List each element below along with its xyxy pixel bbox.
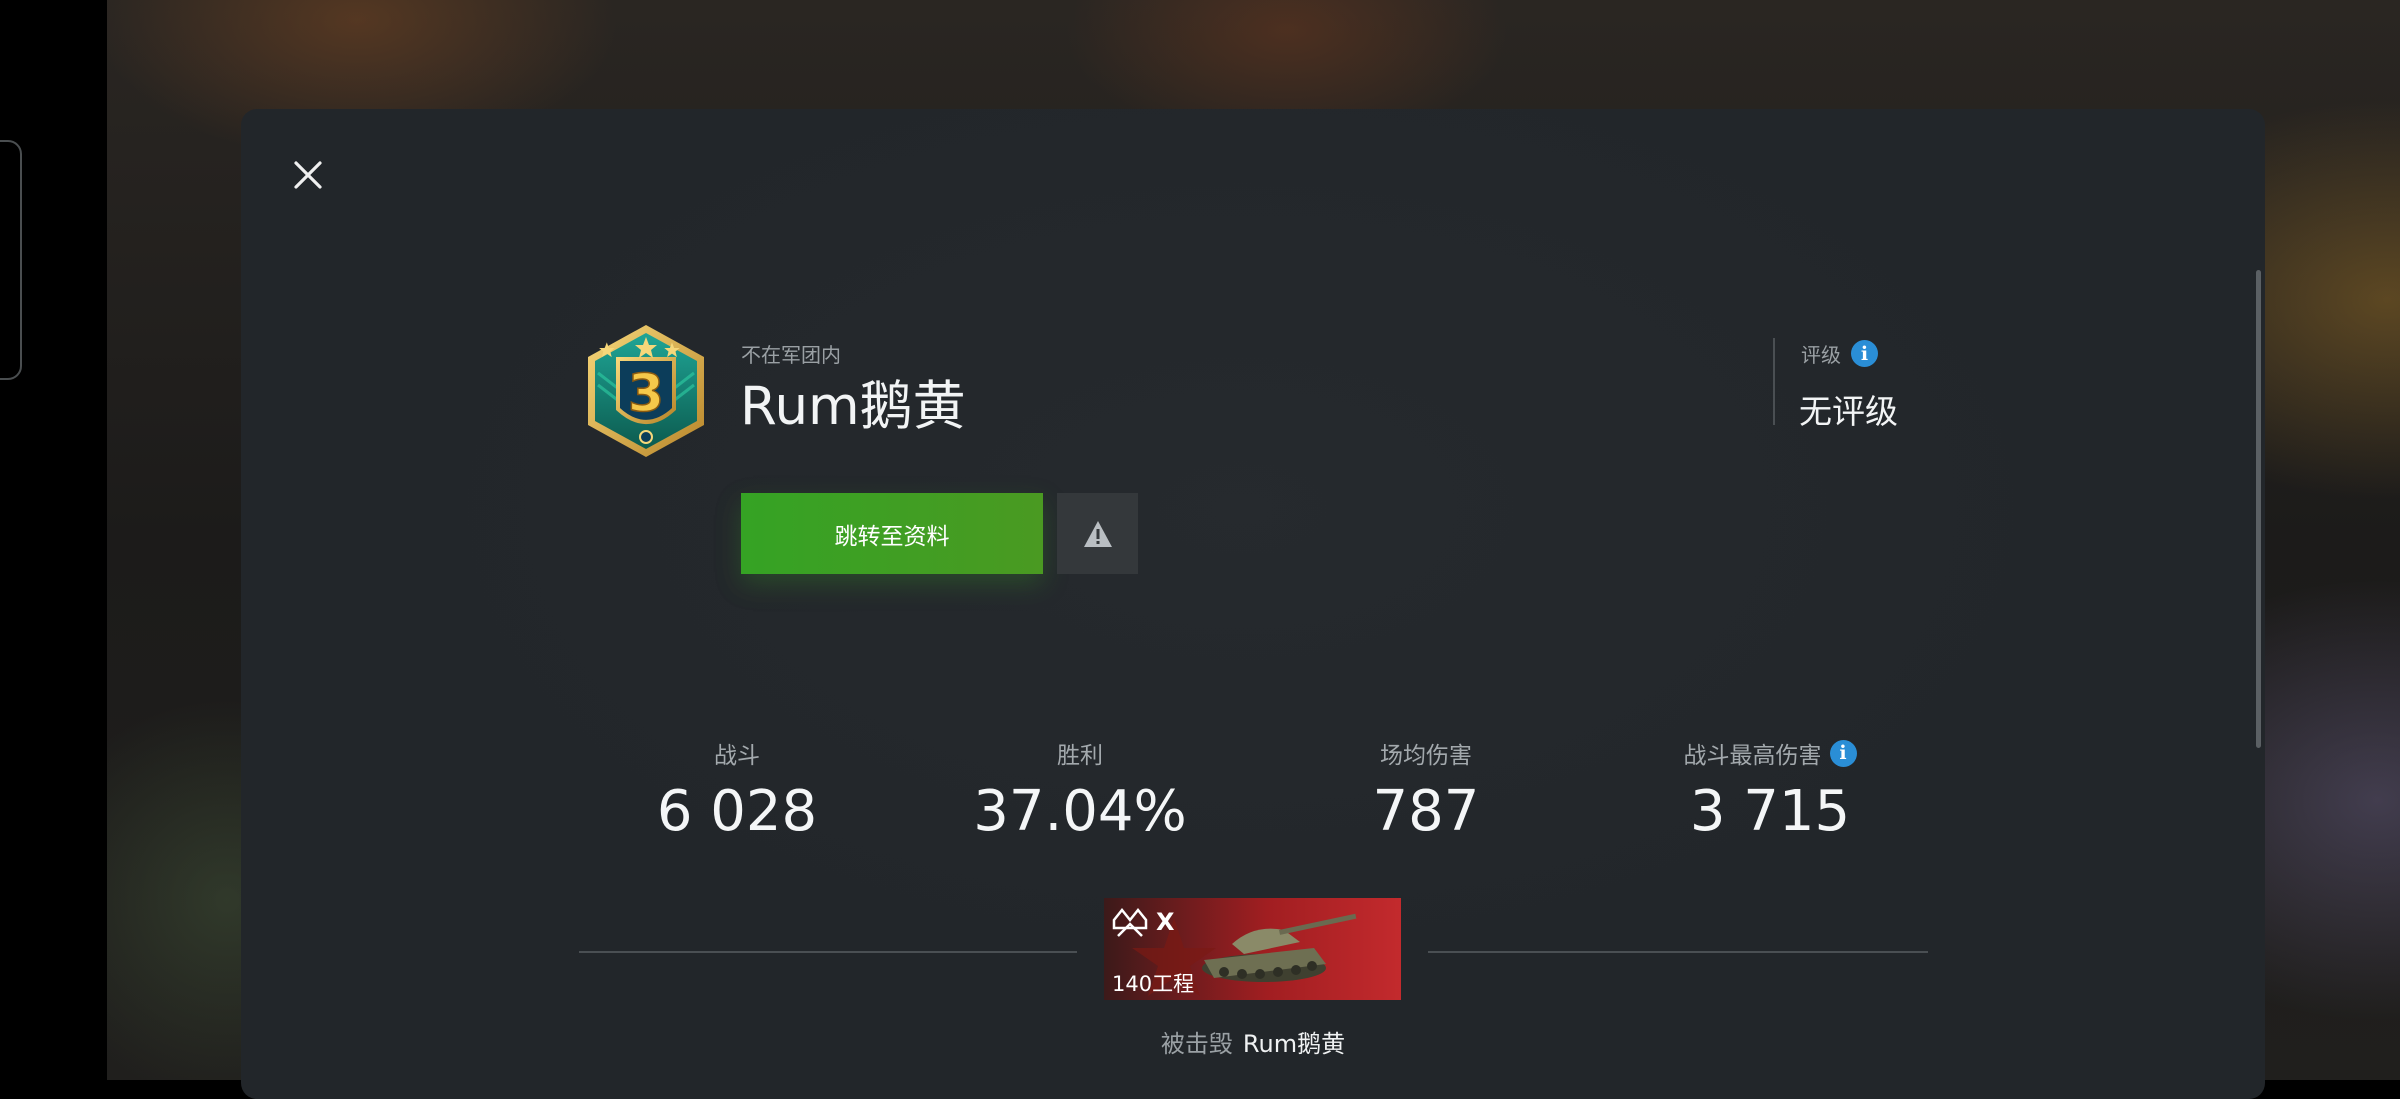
stat-value: 37.04% bbox=[973, 779, 1187, 844]
stat-label: 胜利 bbox=[1057, 743, 1103, 769]
stat-max-damage: 战斗最高伤害 i 3 715 bbox=[1640, 736, 1900, 844]
rating-label: 评级 bbox=[1801, 343, 1841, 367]
tank-class-icon bbox=[1112, 907, 1148, 937]
stat-battles: 战斗 6 028 bbox=[637, 736, 837, 844]
divider-right bbox=[1428, 951, 1928, 953]
destroyed-by-name: Rum鹅黄 bbox=[1242, 1030, 1346, 1058]
close-icon[interactable] bbox=[290, 157, 326, 193]
info-icon[interactable]: i bbox=[1829, 739, 1857, 767]
report-button[interactable] bbox=[1057, 493, 1138, 574]
stat-value: 3 715 bbox=[1689, 779, 1851, 844]
clan-status: 不在军团内 bbox=[741, 343, 841, 367]
warning-icon bbox=[1083, 520, 1112, 547]
rank-emblem-icon: 3 bbox=[584, 323, 708, 459]
stat-victories: 胜利 37.04% bbox=[960, 736, 1200, 844]
rating-label-row: 评级 i bbox=[1801, 339, 1878, 368]
stat-label: 战斗最高伤害 bbox=[1683, 743, 1822, 769]
stat-label: 场均伤害 bbox=[1380, 743, 1472, 769]
destroyed-prefix: 被击毁 bbox=[1160, 1030, 1233, 1058]
tank-tier: X bbox=[1156, 908, 1175, 936]
destroyed-by-line: 被击毁 Rum鹅黄 bbox=[1100, 1024, 1406, 1059]
player-name: Rum鹅黄 bbox=[740, 376, 966, 437]
tank-card[interactable]: X 140工程 bbox=[1104, 898, 1401, 1000]
svg-text:3: 3 bbox=[628, 364, 664, 424]
stat-label: 战斗 bbox=[714, 743, 760, 769]
stat-value: 787 bbox=[1372, 779, 1480, 844]
rating-value: 无评级 bbox=[1799, 392, 1898, 431]
rating-divider bbox=[1773, 338, 1775, 425]
divider-left bbox=[579, 951, 1077, 953]
scrollbar[interactable] bbox=[2256, 270, 2261, 748]
side-handle[interactable] bbox=[0, 140, 22, 380]
tank-name: 140工程 bbox=[1112, 972, 1195, 996]
go-to-profile-button[interactable]: 跳转至资料 bbox=[741, 493, 1043, 574]
stat-avg-damage: 场均伤害 787 bbox=[1326, 736, 1526, 844]
stat-value: 6 028 bbox=[656, 779, 818, 844]
info-icon[interactable]: i bbox=[1851, 340, 1878, 367]
